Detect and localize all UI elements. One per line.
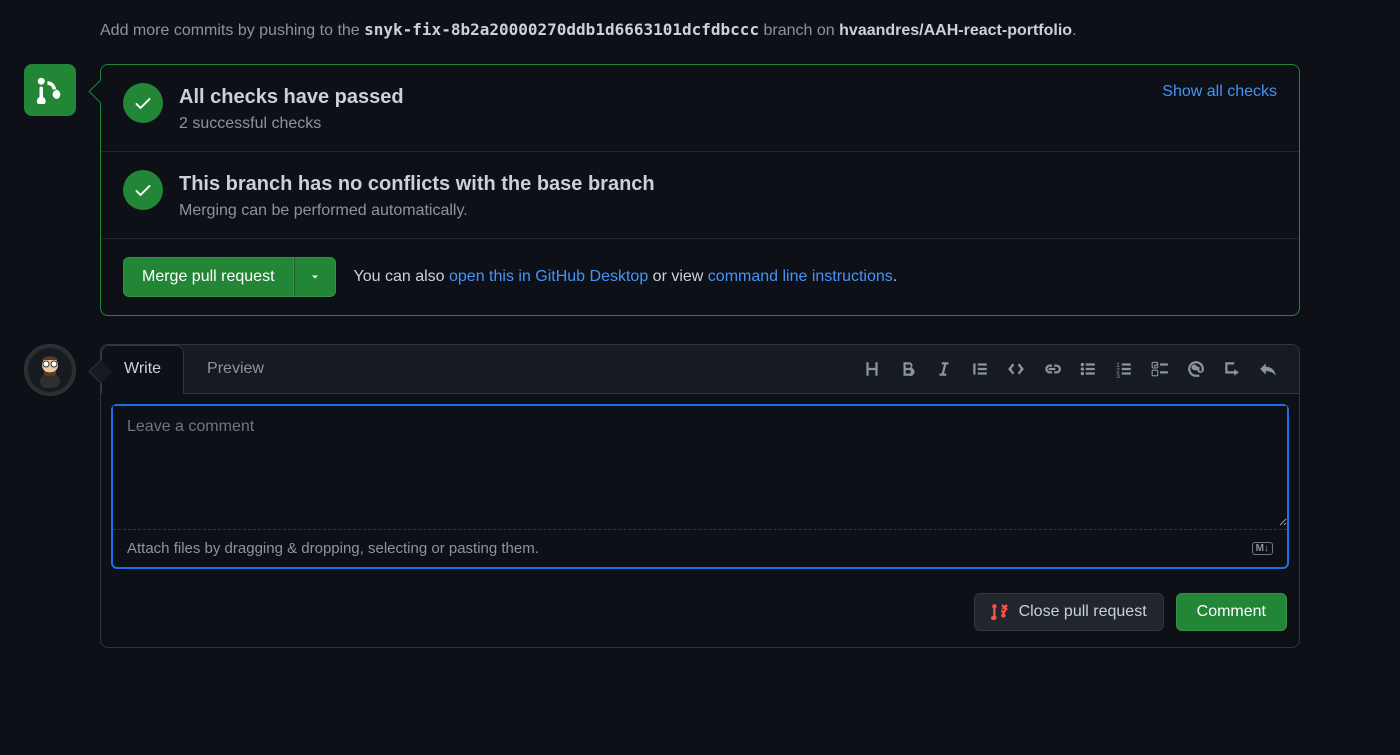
merge-options-dropdown[interactable] [294, 257, 336, 297]
hint-repo: hvaandres/AAH-react-portfolio [839, 22, 1072, 39]
reply-icon[interactable] [1259, 360, 1277, 378]
merge-action-row: Merge pull request You can also open thi… [101, 238, 1299, 315]
cross-reference-icon[interactable] [1223, 360, 1241, 378]
show-all-checks-link[interactable]: Show all checks [1162, 83, 1277, 101]
checks-title: All checks have passed [179, 83, 1146, 111]
code-icon[interactable] [1007, 360, 1025, 378]
conflicts-subtitle: Merging can be performed automatically. [179, 202, 1277, 220]
check-icon [123, 83, 163, 123]
cli-instructions-link[interactable]: command line instructions [708, 268, 893, 285]
mention-icon[interactable] [1187, 360, 1205, 378]
merge-pr-button[interactable]: Merge pull request [123, 257, 294, 297]
quote-icon[interactable] [971, 360, 989, 378]
tab-write[interactable]: Write [101, 345, 184, 394]
ul-icon[interactable] [1079, 360, 1097, 378]
merge-help-text: You can also open this in GitHub Desktop… [354, 268, 898, 286]
git-merge-icon [36, 76, 64, 104]
comment-panel: Write Preview 123 [100, 344, 1300, 648]
tasklist-icon[interactable] [1151, 360, 1169, 378]
comment-textarea[interactable] [113, 406, 1287, 526]
merge-badge [24, 64, 76, 116]
tab-bar: Write Preview 123 [101, 345, 1299, 394]
bold-icon[interactable] [899, 360, 917, 378]
formatting-toolbar: 123 [853, 360, 1287, 378]
conflicts-section: This branch has no conflicts with the ba… [101, 151, 1299, 238]
comment-actions: Close pull request Comment [101, 579, 1299, 647]
comment-button[interactable]: Comment [1176, 593, 1287, 631]
attach-hint: Attach files by dragging & dropping, sel… [127, 540, 539, 557]
merge-panel: All checks have passed 2 successful chec… [100, 64, 1300, 316]
checks-subtitle: 2 successful checks [179, 115, 1146, 133]
svg-text:3: 3 [1116, 373, 1120, 378]
link-icon[interactable] [1043, 360, 1061, 378]
checks-section: All checks have passed 2 successful chec… [101, 65, 1299, 151]
open-desktop-link[interactable]: open this in GitHub Desktop [449, 268, 648, 285]
ol-icon[interactable]: 123 [1115, 360, 1133, 378]
attach-bar[interactable]: Attach files by dragging & dropping, sel… [113, 529, 1287, 567]
heading-icon[interactable] [863, 360, 881, 378]
push-hint: Add more commits by pushing to the snyk-… [100, 20, 1300, 40]
check-icon [123, 170, 163, 210]
caret-down-icon [309, 271, 321, 283]
user-avatar[interactable] [24, 344, 76, 396]
markdown-badge-icon[interactable]: M↓ [1252, 542, 1273, 555]
hint-mid: branch on [759, 22, 839, 39]
close-pr-button[interactable]: Close pull request [974, 593, 1164, 631]
hint-prefix: Add more commits by pushing to the [100, 22, 364, 39]
comment-editor: Attach files by dragging & dropping, sel… [111, 404, 1289, 569]
tab-preview[interactable]: Preview [184, 345, 287, 393]
hint-branch: snyk-fix-8b2a20000270ddb1d6663101dcfdbcc… [364, 20, 759, 39]
hint-suffix: . [1072, 22, 1076, 39]
close-pr-label: Close pull request [1019, 603, 1147, 621]
git-pull-request-closed-icon [991, 603, 1009, 621]
italic-icon[interactable] [935, 360, 953, 378]
conflicts-title: This branch has no conflicts with the ba… [179, 170, 1277, 198]
